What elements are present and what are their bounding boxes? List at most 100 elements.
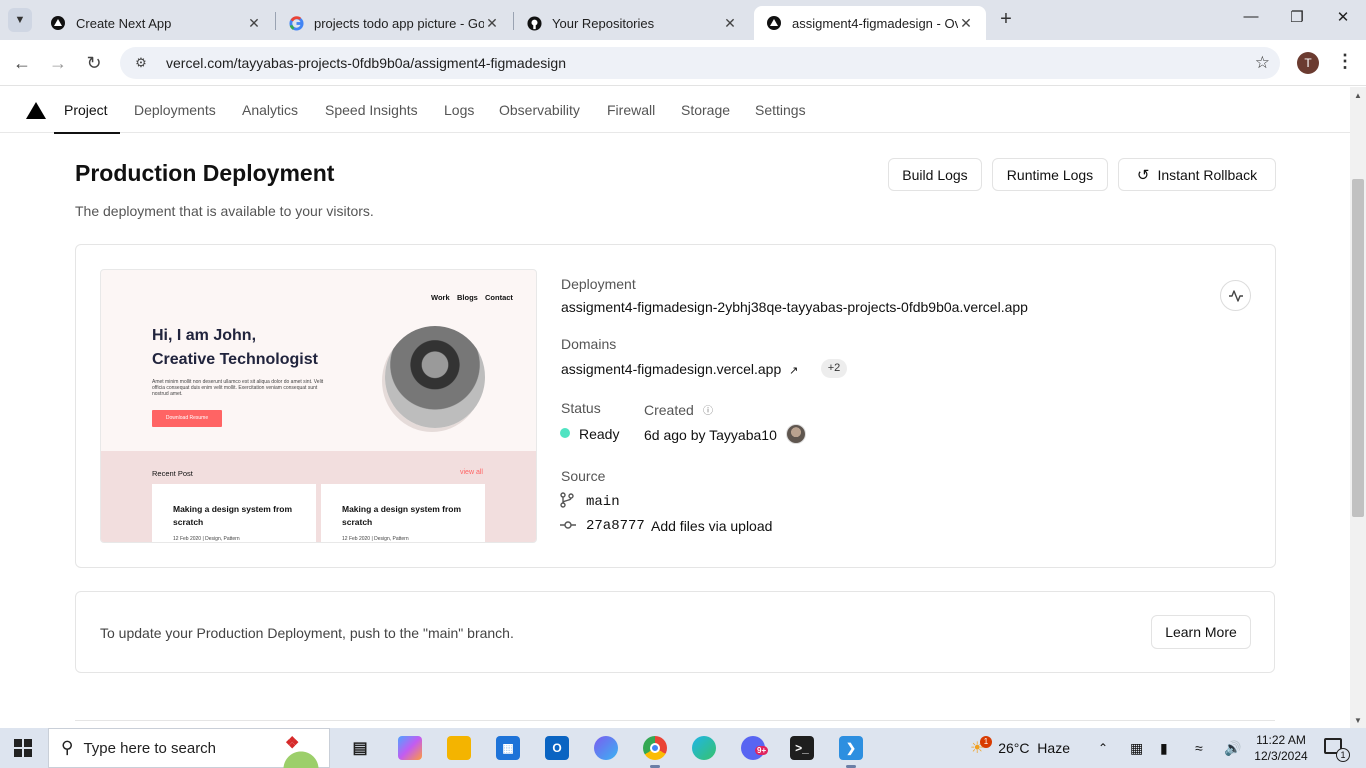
close-tab-icon[interactable]: ✕ [246,15,262,32]
nav-tab-deployments[interactable]: Deployments [134,87,216,133]
page-scrollbar[interactable]: ▲ ▼ [1350,87,1366,728]
microsoft-store-icon[interactable]: ▦ [496,736,520,760]
close-tab-icon[interactable]: ✕ [958,15,974,32]
windows-taskbar: ⚲ Type here to search ❖ ▤ ▦ O 9+ >_ ❯ ☀ … [0,728,1366,768]
vercel-logo-icon[interactable] [26,102,46,119]
external-link-icon: ↗ [789,365,799,377]
site-info-icon[interactable]: ⚙ [132,54,150,72]
url-text[interactable]: vercel.com/tayyabas-projects-0fdb9b0a/as… [166,55,566,71]
minimize-icon[interactable]: — [1239,8,1263,32]
created-label: Created [644,402,694,418]
address-bar[interactable]: ⚙ vercel.com/tayyabas-projects-0fdb9b0a/… [120,47,1280,79]
browser-tab-vercel-active[interactable]: assigment4-figmadesign - Over ✕ [754,6,986,40]
tab-search-button[interactable]: ▼ [8,8,32,32]
notice-message: To update your Production Deployment, pu… [100,625,514,641]
preview-view-all: view all [460,469,483,476]
show-hidden-icons-icon[interactable]: ⌃ [1098,728,1108,768]
taskbar-search[interactable]: ⚲ Type here to search ❖ [48,728,330,768]
preview-nav-item: Blogs [457,293,478,302]
copilot-icon[interactable] [398,736,422,760]
search-icon: ⚲ [61,738,74,757]
browser-tab-create-next-app[interactable]: Create Next App ✕ [38,6,274,40]
weather-widget[interactable]: ☀ 1 26°C Haze [970,728,1070,768]
nav-tab-observability[interactable]: Observability [499,87,580,133]
chevron-down-icon: ▼ [14,14,26,26]
build-logs-button[interactable]: Build Logs [888,158,982,191]
close-tab-icon[interactable]: ✕ [484,15,500,32]
nav-tab-firewall[interactable]: Firewall [607,87,655,133]
nav-tab-analytics[interactable]: Analytics [242,87,298,133]
preview-paragraph: Amet minim mollit non deserunt ullamco e… [152,379,324,397]
scroll-up-icon[interactable]: ▲ [1354,91,1362,100]
nav-tab-logs[interactable]: Logs [444,87,474,133]
nav-tab-settings[interactable]: Settings [755,87,806,133]
windows-start-icon[interactable] [14,739,32,757]
domains-label: Domains [561,336,617,352]
weather-text: 26°C Haze [998,740,1070,756]
deployment-preview-image[interactable]: Work Blogs Contact Hi, I am John, Creati… [100,269,537,543]
weather-badge: 1 [980,736,992,748]
browser-menu-icon[interactable]: ⋮ [1336,51,1354,72]
bookmark-star-icon[interactable]: ☆ [1255,53,1270,73]
outlook-icon[interactable]: O [545,736,569,760]
network-icon[interactable]: ≈ [1195,728,1203,768]
commit-hash[interactable]: 27a8777 [586,518,645,534]
author-avatar[interactable] [786,424,806,444]
clock-date: 12/3/2024 [1254,749,1308,763]
nav-tab-speed-insights[interactable]: Speed Insights [325,87,418,133]
file-explorer-icon[interactable] [447,736,471,760]
scroll-down-icon[interactable]: ▼ [1354,716,1362,725]
deployment-label: Deployment [561,276,636,292]
close-window-icon[interactable]: ✕ [1331,8,1355,32]
preview-heading: Creative Technologist [152,351,318,368]
profile-avatar[interactable]: T [1297,52,1319,74]
chrome-icon[interactable] [643,736,667,760]
browser-tab-strip: ▼ Create Next App ✕ projects todo app pi… [0,0,1366,40]
preview-nav-item: Contact [485,293,513,302]
preview-post-meta: 12 Feb 2020 | Design, Pattern [173,536,240,542]
back-arrow-icon[interactable]: ← [11,52,33,74]
preview-heading: Hi, I am John, [152,327,257,344]
microsoft-365-icon[interactable] [594,736,618,760]
system-clock[interactable]: 11:22 AM 12/3/2024 [1253,732,1309,764]
task-view-icon[interactable]: ▤ [348,736,372,760]
gift-bow-icon: ❖ [285,735,300,752]
preview-post-title: Making a design system from scratch [173,504,293,527]
reload-icon[interactable]: ↻ [83,52,105,74]
nav-tab-project[interactable]: Project [54,87,120,134]
edge-icon[interactable] [692,736,716,760]
vercel-favicon-icon [766,15,782,31]
domain-text: assigment4-figmadesign.vercel.app [561,361,782,377]
browser-tab-github[interactable]: Your Repositories ✕ [514,6,750,40]
build-logs-label: Build Logs [902,166,968,183]
tab-title: Your Repositories [552,15,655,31]
scrollbar-thumb[interactable] [1352,179,1364,517]
deployment-url-link[interactable]: assigment4-figmadesign-2ybhj38qe-tayyaba… [561,299,1028,315]
discord-icon[interactable]: 9+ [741,736,769,760]
vscode-icon[interactable]: ❯ [839,736,863,760]
instant-rollback-button[interactable]: ↺ Instant Rollback [1118,158,1276,191]
more-domains-badge[interactable]: +2 [821,359,847,378]
vercel-favicon-icon [50,15,66,31]
volume-icon[interactable]: 🔊 [1224,728,1241,768]
info-icon[interactable]: ⓘ [703,402,713,417]
notification-center-icon[interactable]: 1 [1324,738,1350,762]
preview-post-card: Making a design system from scratch 12 F… [321,484,485,542]
battery-icon[interactable]: ▮ [1160,728,1168,768]
close-tab-icon[interactable]: ✕ [722,15,738,32]
commit-message[interactable]: Add files via upload [651,518,772,534]
activity-pulse-icon[interactable] [1220,280,1251,311]
terminal-icon[interactable]: >_ [790,736,814,760]
new-tab-icon[interactable]: + [996,9,1016,30]
nav-tab-storage[interactable]: Storage [681,87,730,133]
runtime-logs-button[interactable]: Runtime Logs [992,158,1108,191]
tab-title: projects todo app picture - Goo [314,15,484,31]
meet-now-icon[interactable]: ▦ [1130,728,1143,768]
branch-name[interactable]: main [586,494,620,510]
domain-link[interactable]: assigment4-figmadesign.vercel.app ↗ [561,361,798,377]
restore-window-icon[interactable]: ❐ [1285,8,1309,32]
learn-more-button[interactable]: Learn More [1151,615,1251,649]
browser-tab-google-search[interactable]: projects todo app picture - Goo ✕ [276,6,512,40]
forward-arrow-icon[interactable]: → [47,52,69,74]
clock-time: 11:22 AM [1256,733,1306,747]
